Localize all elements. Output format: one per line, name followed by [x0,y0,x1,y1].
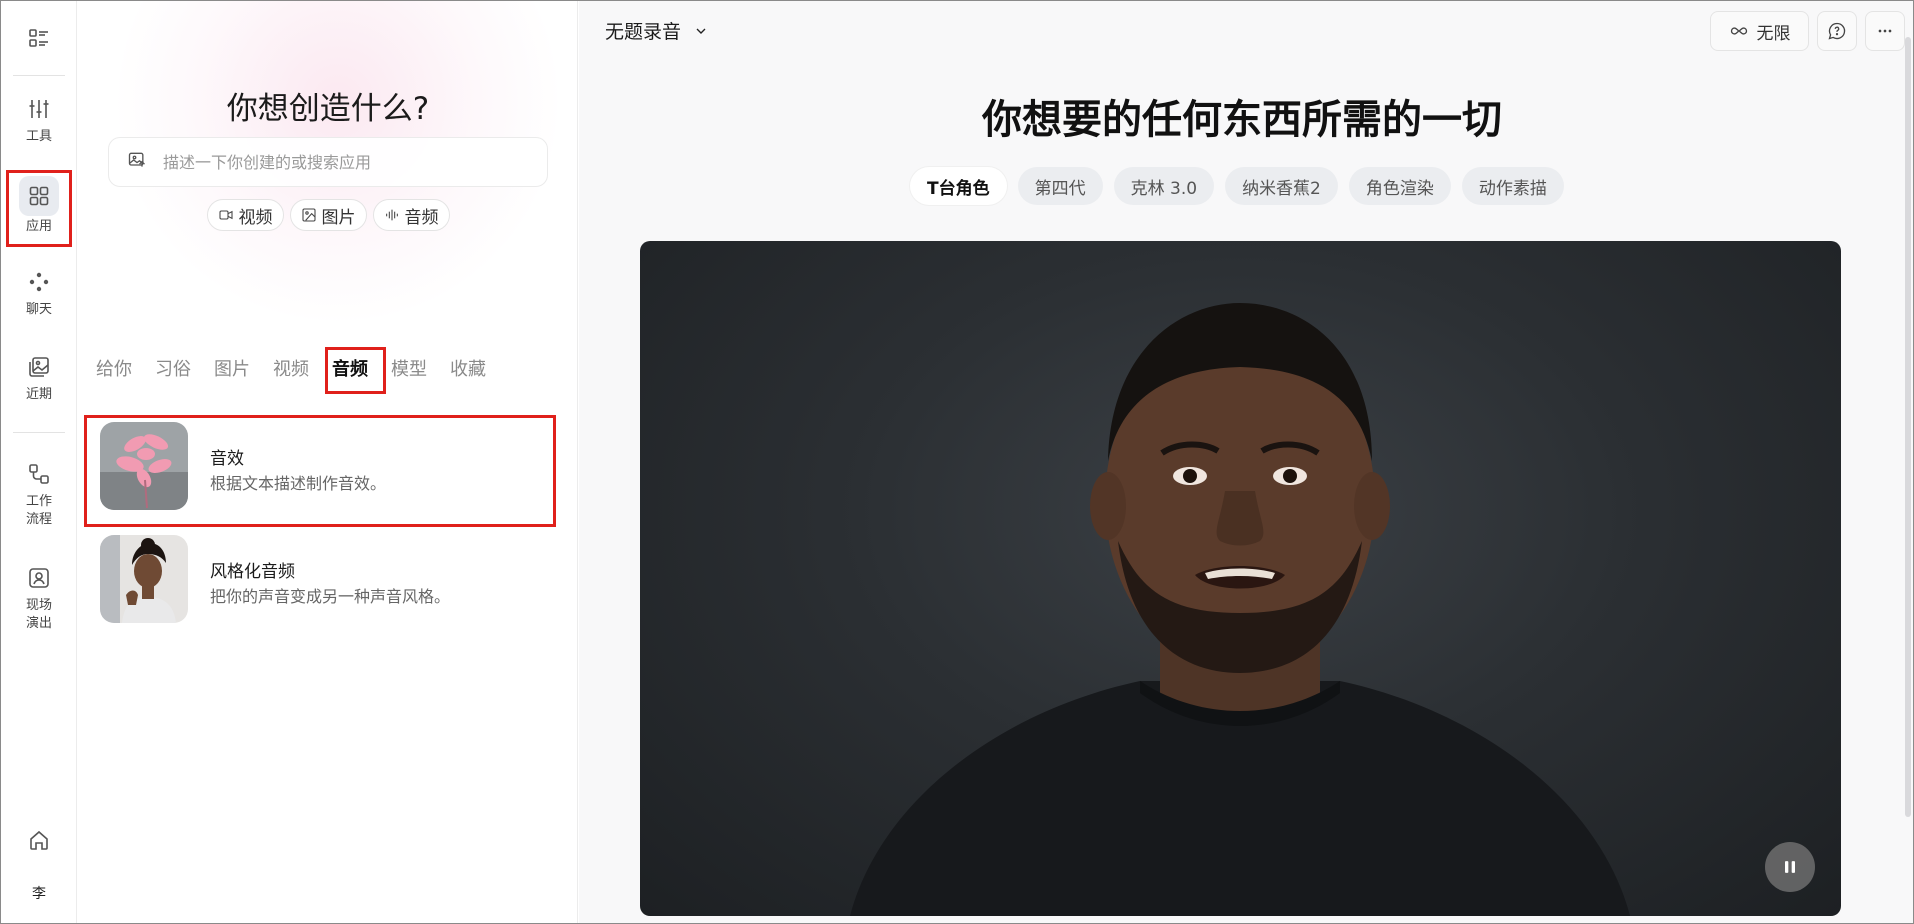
rail-item-workflow[interactable]: 工作 流程 [1,459,77,529]
rail-item-chat[interactable]: 聊天 [1,267,77,319]
tab-custom[interactable]: 习俗 [155,355,204,381]
icon-rail: 工具 应用 聊天 近期 工作 流程 现场 演出 李 [1,1,77,923]
tab-image[interactable]: 图片 [214,355,263,381]
chip-audio[interactable]: 音频 [372,199,450,231]
rail-menu[interactable] [1,23,77,53]
chip-audio-label: 音频 [404,207,439,228]
rail-item-tools[interactable]: 工具 [1,94,77,146]
tab-video[interactable]: 视频 [273,355,322,381]
filter-chips: 视频 图片 音频 [78,199,577,231]
app-name: 风格化音频 [210,562,295,582]
scrollbar[interactable] [1905,37,1911,817]
app-thumbnail [100,422,188,510]
doc-title: 无题录音 [605,21,682,43]
pause-icon [1785,861,1795,873]
app-stylized-audio[interactable]: 风格化音频 把你的声音变成另一种声音风格。 [78,527,577,627]
pill-character-render[interactable]: 角色渲染 [1348,167,1451,205]
pill-gen4[interactable]: 第四代 [1017,167,1103,205]
category-tabs: 给你 习俗 图片 视频 音频 模型 收藏 [96,355,509,381]
chip-image[interactable]: 图片 [289,199,367,231]
rail-label-chat: 聊天 [25,302,52,317]
tab-audio[interactable]: 音频 [332,355,381,381]
sliders-icon [27,94,51,124]
user-avatar[interactable]: 李 [1,885,77,903]
rail-item-live[interactable]: 现场 演出 [1,563,77,633]
chip-video-label: 视频 [238,207,273,228]
tab-favorites[interactable]: 收藏 [450,355,499,381]
pill-kling3[interactable]: 克林 3.0 [1113,167,1215,205]
tab-model[interactable]: 模型 [391,355,440,381]
unlimited-button[interactable]: 无限 [1710,11,1809,51]
rail-label-apps: 应用 [25,219,52,234]
search-box[interactable] [108,137,548,187]
menu-grid-icon [27,23,51,53]
home-icon [27,825,51,855]
help-button[interactable] [1817,11,1857,51]
rail-item-home[interactable] [1,825,77,855]
pause-button[interactable] [1765,842,1815,892]
more-horizontal-icon [1878,29,1892,33]
workflow-icon [27,459,51,489]
app-description: 把你的声音变成另一种声音风格。 [210,587,451,606]
image-upload-icon[interactable] [127,150,147,174]
rail-label-recent: 近期 [25,387,52,402]
app-thumbnail [100,535,188,623]
panel-title: 你想创造什么? [226,91,430,127]
more-options-button[interactable] [1865,11,1905,51]
app-name: 音效 [210,449,244,469]
apps-panel: 你想创造什么? 视频 图片 音频 给你 习俗 图片 [78,1,578,923]
chat-dots-icon [27,267,51,297]
chevron-down-icon [696,28,706,34]
search-input[interactable] [163,152,533,172]
rail-label-live: 现场 演出 [25,598,52,631]
doc-title-dropdown[interactable]: 无题录音 [605,17,709,44]
video-frame-person [850,303,1630,916]
pill-runway-character[interactable]: T台角色 [910,167,1007,205]
pill-nano-banana2[interactable]: 纳米香蕉2 [1225,167,1338,205]
chip-image-label: 图片 [321,207,356,228]
app-sound-effects[interactable]: 音效 根据文本描述制作音效。 [78,414,577,514]
hero-title: 你想要的任何东西所需的一切 [982,97,1502,143]
help-chat-icon [1828,22,1846,40]
rail-label-tools: 工具 [25,129,52,144]
model-pills: T台角色 第四代 克林 3.0 纳米香蕉2 角色渲染 动作素描 [910,167,1564,205]
audio-wave-icon [385,209,398,221]
gallery-icon [27,352,51,382]
preview-video[interactable] [640,241,1841,916]
rail-item-apps[interactable]: 应用 [1,176,77,236]
apps-grid-icon [19,176,59,216]
image-icon [301,208,316,222]
video-camera-icon [218,210,233,220]
pill-motion-sketch[interactable]: 动作素描 [1461,167,1564,205]
live-person-icon [27,563,51,593]
infinity-icon [1730,27,1747,35]
tab-for-you[interactable]: 给你 [96,355,145,381]
user-initial: 李 [32,886,46,902]
unlimited-label: 无限 [1756,23,1791,44]
main-area: 无题录音 无限 你想要的任何东西所需的一切 T台角色 第四代 克林 3.0 纳米… [579,1,1913,923]
app-window: 工具 应用 聊天 近期 工作 流程 现场 演出 李 你想创造什么? 描述一下你创… [0,0,1914,924]
chip-video[interactable]: 视频 [206,199,284,231]
rail-item-recent[interactable]: 近期 [1,352,77,404]
rail-label-workflow: 工作 流程 [25,494,52,527]
app-description: 根据文本描述制作音效。 [210,474,387,493]
